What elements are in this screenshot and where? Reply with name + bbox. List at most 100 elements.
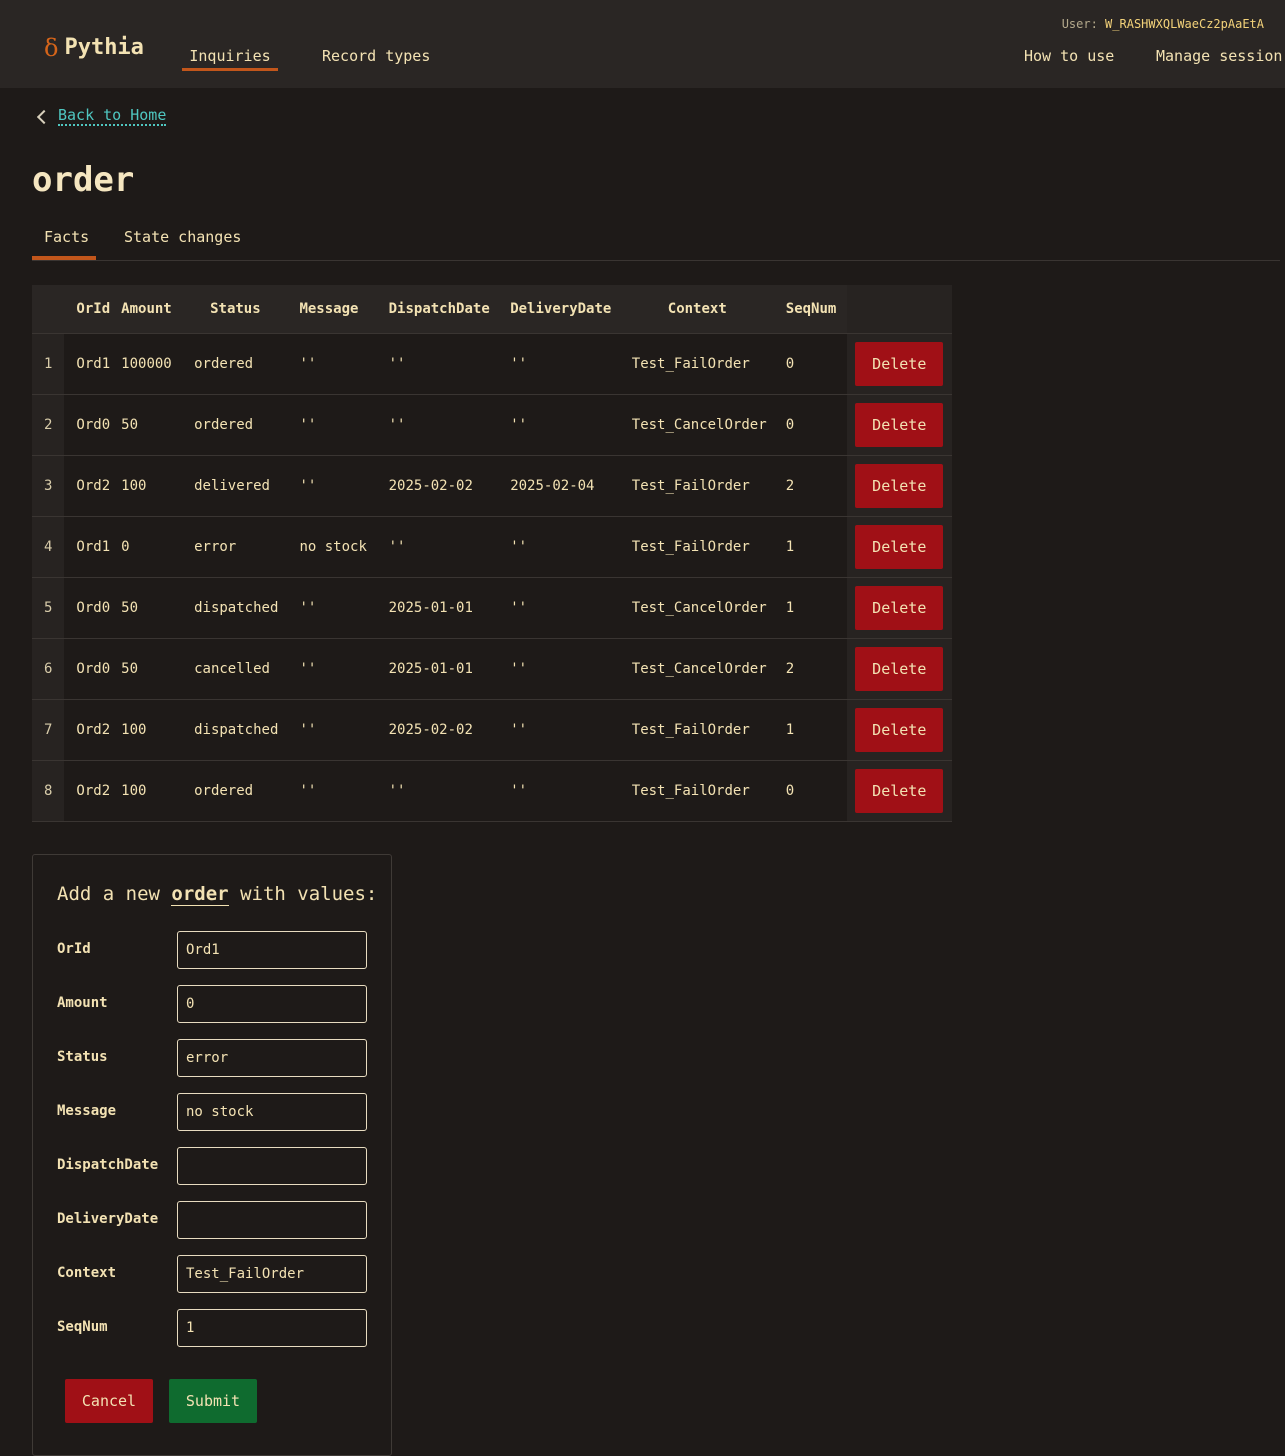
field-label: Status	[57, 1049, 108, 1065]
table-row: 1 Ord1 100000 ordered '' '' '' Test_FailOrder 0 D…	[32, 333, 952, 394]
form-title: Add a new order with values:	[57, 883, 377, 906]
delete-button[interactable]: Delete	[855, 768, 944, 813]
row-index: 2	[32, 394, 65, 455]
delete-button[interactable]: Delete	[855, 341, 944, 386]
cell-delivery-date: ''	[510, 538, 528, 555]
field-input-deliverydate[interactable]	[177, 1201, 367, 1239]
field-input-message[interactable]	[177, 1093, 367, 1131]
form-title-prefix: Add a new	[57, 883, 160, 905]
cell-orid: Ord1	[76, 538, 111, 555]
cell-seqnum: 1	[785, 721, 795, 738]
cell-context: Test_CancelOrder	[631, 599, 767, 616]
field-input-orid[interactable]	[177, 931, 367, 969]
cell-amount: 100	[121, 721, 147, 738]
form-row-orid: OrId	[57, 931, 369, 969]
cell-context: Test_FailOrder	[631, 355, 750, 372]
delete-button[interactable]: Delete	[855, 524, 944, 569]
brand-logo[interactable]: δ Pythia	[44, 36, 144, 60]
cell-status: ordered	[194, 416, 254, 433]
header-seqnum: SeqNum	[785, 300, 837, 317]
cell-delivery-date: ''	[510, 416, 528, 433]
delete-button[interactable]: Delete	[855, 463, 944, 508]
cell-message: ''	[299, 599, 317, 616]
delete-button[interactable]: Delete	[855, 402, 944, 447]
row-index: 3	[32, 455, 65, 516]
header-message: Message	[299, 300, 359, 317]
cell-amount: 100	[121, 477, 147, 494]
header-amount: Amount	[121, 300, 172, 317]
form-row-dispatchdate: DispatchDate	[57, 1147, 369, 1185]
field-label: DeliveryDate	[57, 1211, 159, 1227]
nav-how-to-use[interactable]: How to use	[1024, 46, 1114, 66]
cell-amount: 50	[121, 599, 139, 616]
cell-delivery-date: ''	[510, 355, 528, 372]
row-actions: Delete	[846, 394, 952, 455]
table-row: 7 Ord2 100 dispatched '' 2025-02-02 '' Test_Fai…	[32, 699, 952, 760]
row-actions: Delete	[846, 577, 952, 638]
cell-seqnum: 2	[785, 477, 795, 494]
back-to-home-link[interactable]: Back to Home	[58, 106, 167, 126]
cell-orid: Ord0	[76, 660, 111, 677]
table-row: 3 Ord2 100 delivered '' 2025-02-02 2025-02-04 T…	[32, 455, 952, 516]
form-row-deliverydate: DeliveryDate	[57, 1201, 369, 1239]
field-input-dispatchdate[interactable]	[177, 1147, 367, 1185]
cell-status: dispatched	[194, 599, 279, 616]
delete-button[interactable]: Delete	[855, 707, 944, 752]
form-row-message: Message	[57, 1093, 369, 1131]
cell-orid: Ord0	[76, 416, 111, 433]
nav-record-types[interactable]: Record types	[322, 46, 430, 66]
user-id: W_RASHWXQLWaeCz2pAaEtA	[1105, 17, 1264, 31]
header-actions	[846, 285, 952, 333]
cell-amount: 100000	[121, 355, 172, 372]
field-input-context[interactable]	[177, 1255, 367, 1293]
cell-message: ''	[299, 782, 317, 799]
header-orid: OrId	[76, 300, 111, 317]
row-index: 5	[32, 577, 65, 638]
page-title: order	[32, 160, 135, 200]
cell-message: ''	[299, 416, 317, 433]
field-input-seqnum[interactable]	[177, 1309, 367, 1347]
tab-facts[interactable]: Facts	[44, 228, 89, 246]
nav-inquiries[interactable]: Inquiries	[182, 46, 278, 66]
cell-dispatch-date: 2025-01-01	[388, 660, 473, 677]
cell-context: Test_FailOrder	[631, 782, 750, 799]
submit-button[interactable]: Submit	[169, 1379, 257, 1423]
cell-orid: Ord0	[76, 599, 111, 616]
cell-dispatch-date: 2025-01-01	[388, 599, 473, 616]
form-row-status: Status	[57, 1039, 369, 1077]
field-input-amount[interactable]	[177, 985, 367, 1023]
cell-orid: Ord2	[76, 477, 111, 494]
nav-manage-session[interactable]: Manage session	[1156, 46, 1282, 66]
table-row: 8 Ord2 100 ordered '' '' '' Test_FailOrder 0 Dele…	[32, 760, 952, 821]
field-label: Message	[57, 1103, 117, 1119]
cell-seqnum: 1	[785, 599, 795, 616]
row-actions: Delete	[846, 333, 952, 394]
cell-amount: 50	[121, 660, 139, 677]
table-row: 5 Ord0 50 dispatched '' 2025-01-01 '' Test_Canc…	[32, 577, 952, 638]
delta-logo-icon: δ	[44, 34, 59, 62]
facts-table-container: OrId Amount Status Message DispatchDate …	[32, 285, 952, 822]
table-row: 2 Ord0 50 ordered '' '' '' Test_CancelOrder 0 Del…	[32, 394, 952, 455]
cancel-button[interactable]: Cancel	[65, 1379, 153, 1423]
cell-delivery-date: ''	[510, 660, 528, 677]
cell-delivery-date: 2025-02-04	[510, 477, 595, 494]
form-row-context: Context	[57, 1255, 369, 1293]
cell-delivery-date: ''	[510, 721, 528, 738]
form-entity-link[interactable]: order	[171, 883, 229, 906]
cell-amount: 0	[121, 538, 130, 555]
header-status: Status	[210, 300, 261, 317]
tab-state-changes[interactable]: State changes	[124, 228, 241, 246]
cell-context: Test_FailOrder	[631, 538, 750, 555]
facts-table: OrId Amount Status Message DispatchDate …	[32, 285, 952, 822]
cell-delivery-date: ''	[510, 782, 528, 799]
delete-button[interactable]: Delete	[855, 646, 944, 691]
cell-dispatch-date: ''	[388, 355, 406, 372]
chevron-left-icon[interactable]	[36, 108, 46, 124]
form-row-amount: Amount	[57, 985, 369, 1023]
cell-delivery-date: ''	[510, 599, 528, 616]
table-row: 4 Ord1 0 error no stock '' '' Test_FailOrder 1 De…	[32, 516, 952, 577]
field-label: DispatchDate	[57, 1157, 159, 1173]
field-input-status[interactable]	[177, 1039, 367, 1077]
delete-button[interactable]: Delete	[855, 585, 944, 630]
cell-orid: Ord2	[76, 721, 111, 738]
